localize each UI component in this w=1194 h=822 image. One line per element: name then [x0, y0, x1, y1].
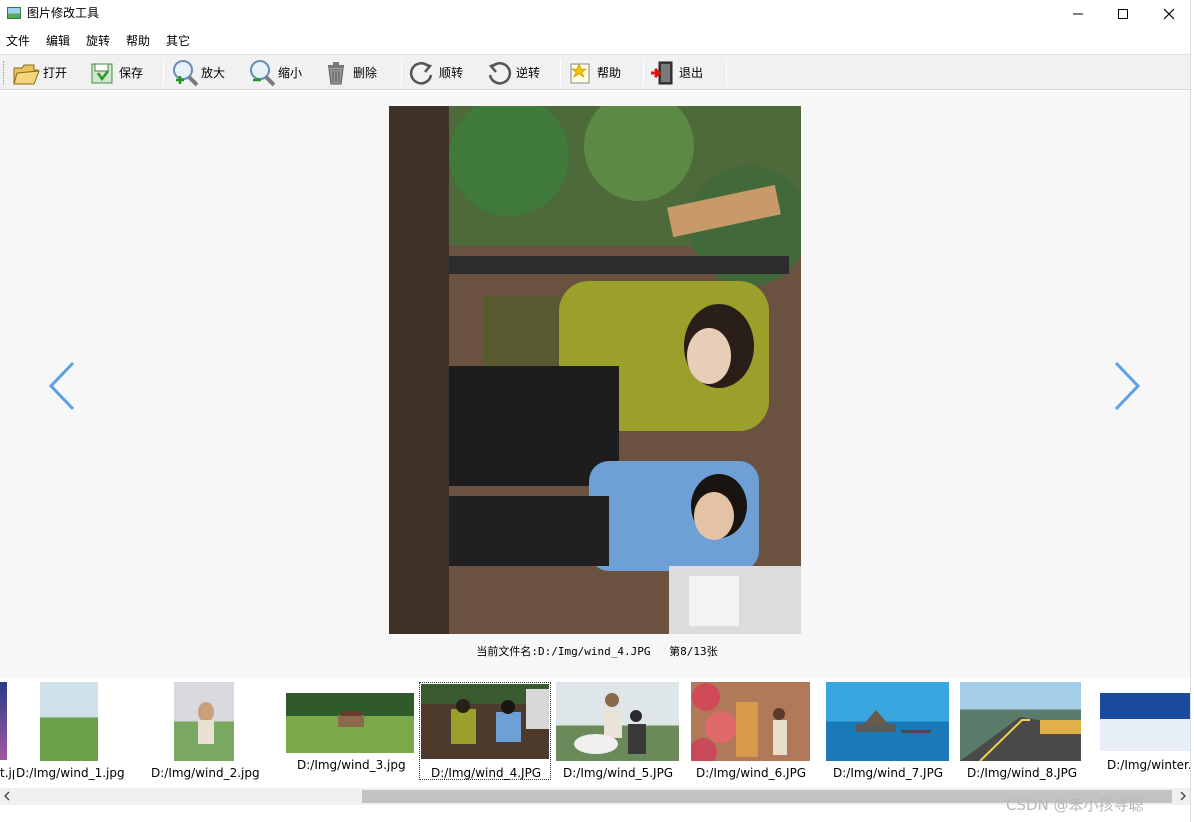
toolbar-separator — [560, 59, 561, 87]
main-image — [389, 106, 801, 634]
main-photo-illustration — [389, 106, 801, 634]
thumbnail-item[interactable]: D:/Img/wind_2.jpg — [148, 678, 268, 786]
zoom-in-label: 放大 — [201, 66, 226, 80]
thumbnail-image — [421, 684, 549, 759]
thumbnail-caption: D:/Img/wind_1.jpg — [16, 766, 125, 780]
zoom-in-button[interactable]: 放大 — [170, 57, 225, 89]
window-title: 图片修改工具 — [27, 6, 100, 20]
thumbnail-item[interactable]: D:/Img/wind_6.JPG — [689, 678, 817, 786]
delete-button[interactable]: 删除 — [322, 57, 377, 89]
thumbnail-image — [40, 682, 98, 761]
rotate-clockwise-button[interactable]: 顺转 — [408, 57, 463, 89]
open-button[interactable]: 打开 — [12, 57, 67, 89]
next-image-button[interactable] — [1112, 361, 1142, 411]
exit-door-icon — [648, 59, 676, 87]
minimize-button[interactable] — [1055, 0, 1101, 28]
save-icon — [88, 59, 116, 87]
maximize-button[interactable] — [1100, 0, 1146, 28]
thumbnail-strip: t.jp D:/Img/wind_1.jpg D:/Img/wind_2.jpg… — [0, 678, 1194, 788]
close-icon — [1163, 8, 1175, 20]
thumbnail-item[interactable]: D:/Img/wind_7.JPG — [824, 678, 952, 786]
thumbnail-image — [960, 682, 1081, 761]
current-file-name: 当前文件名:D:/Img/wind_4.JPG — [476, 645, 651, 658]
help-icon — [566, 59, 594, 87]
thumbnail-image — [556, 682, 679, 761]
window-edge — [1190, 0, 1194, 822]
trash-icon — [322, 59, 350, 87]
exit-button[interactable]: 退出 — [648, 57, 703, 89]
zoom-out-button[interactable]: 缩小 — [247, 57, 302, 89]
zoom-in-icon — [170, 59, 198, 87]
thumbnail-item[interactable]: D:/Img/wind_1.jpg — [14, 678, 134, 786]
rotate-clockwise-icon — [408, 59, 436, 87]
thumbnail-caption: D:/Img/wind_7.JPG — [833, 766, 944, 780]
image-viewer: 当前文件名:D:/Img/wind_4.JPG 第8/13张 — [0, 91, 1194, 678]
thumbnail-image — [826, 682, 949, 761]
toolbar-separator — [163, 59, 164, 87]
thumbnail-image — [286, 693, 414, 753]
help-label: 帮助 — [597, 66, 622, 80]
thumbnail-image — [174, 682, 234, 761]
thumbnail-caption: D:/Img/wind_3.jpg — [297, 758, 406, 772]
toolbar-separator — [726, 59, 727, 87]
thumbnail-caption: D:/Img/wind_5.JPG — [563, 766, 674, 780]
toolbar-grip — [3, 61, 6, 85]
help-button[interactable]: 帮助 — [566, 57, 621, 89]
thumbnail-image — [1100, 693, 1194, 751]
minimize-icon — [1073, 13, 1083, 15]
thumbnail-caption: D:/Img/wind_8.JPG — [967, 766, 1078, 780]
thumbnail-item[interactable]: D:/Img/wind_3.jpg — [284, 678, 416, 786]
thumbnail-image — [0, 682, 7, 760]
thumbnail-item-selected[interactable]: D:/Img/wind_4.JPG — [419, 678, 551, 786]
title-bar: 图片修改工具 — [0, 0, 1194, 28]
exit-label: 退出 — [679, 66, 704, 80]
menu-file[interactable]: 文件 — [6, 33, 30, 49]
toolbar: 打开 保存 放大 缩小 删除 顺转 逆转 帮助 退出 — [0, 54, 1194, 90]
open-folder-icon — [12, 59, 40, 87]
open-label: 打开 — [43, 66, 68, 80]
thumbnail-caption: D:/Img/winter.j — [1107, 758, 1194, 772]
previous-image-button[interactable] — [47, 361, 77, 411]
chevron-right-icon — [1114, 361, 1141, 411]
scroll-left-icon[interactable] — [2, 789, 14, 803]
status-line: 当前文件名:D:/Img/wind_4.JPG 第8/13张 — [0, 643, 1194, 659]
scroll-right-icon[interactable] — [1178, 789, 1190, 803]
save-label: 保存 — [119, 66, 144, 80]
watermark: CSDN @笨小孩寻聪 — [1006, 796, 1144, 814]
save-button[interactable]: 保存 — [88, 57, 143, 89]
menu-other[interactable]: 其它 — [166, 33, 190, 49]
menu-edit[interactable]: 编辑 — [46, 33, 70, 49]
menu-bar: 文件 编辑 旋转 帮助 其它 — [0, 30, 1194, 50]
rotate-counterclockwise-button[interactable]: 逆转 — [485, 57, 540, 89]
toolbar-separator — [401, 59, 402, 87]
chevron-left-icon — [48, 361, 75, 411]
close-button[interactable] — [1146, 0, 1192, 28]
thumbnail-caption: D:/Img/wind_4.JPG — [431, 766, 542, 780]
maximize-icon — [1118, 9, 1128, 19]
menu-rotate[interactable]: 旋转 — [86, 33, 110, 49]
thumbnail-item[interactable]: t.jp — [0, 678, 14, 786]
thumbnail-item[interactable]: D:/Img/wind_8.JPG — [958, 678, 1086, 786]
thumbnail-caption: D:/Img/wind_2.jpg — [151, 766, 260, 780]
rotate-counterclockwise-icon — [485, 59, 513, 87]
zoom-out-icon — [247, 59, 275, 87]
menu-help[interactable]: 帮助 — [126, 33, 150, 49]
thumbnail-caption: t.jp — [0, 766, 14, 780]
rotate-counterclockwise-label: 逆转 — [516, 66, 541, 80]
delete-label: 删除 — [353, 66, 378, 80]
thumbnail-item[interactable]: D:/Img/winter.j — [1090, 678, 1194, 786]
thumbnail-image — [691, 682, 810, 761]
toolbar-separator — [643, 59, 644, 87]
page-counter: 第8/13张 — [669, 645, 718, 658]
zoom-out-label: 缩小 — [278, 66, 303, 80]
app-image-icon — [7, 7, 21, 19]
thumbnail-caption: D:/Img/wind_6.JPG — [696, 766, 807, 780]
rotate-clockwise-label: 顺转 — [439, 66, 464, 80]
thumbnail-item[interactable]: D:/Img/wind_5.JPG — [554, 678, 684, 786]
